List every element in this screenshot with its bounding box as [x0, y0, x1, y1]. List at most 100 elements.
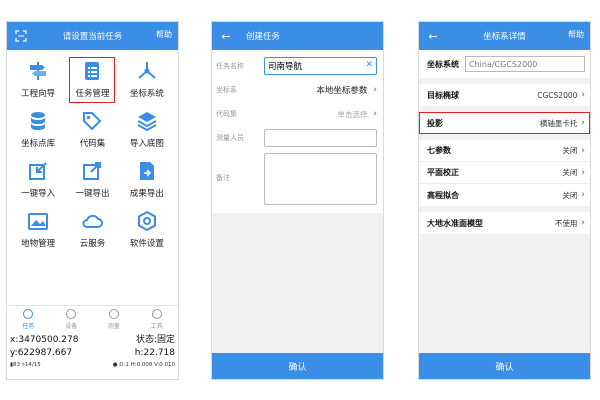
coordinate-system-row[interactable]: 坐标系 本地坐标参数 ›: [216, 78, 377, 102]
chevron-right-icon: ›: [581, 167, 585, 178]
chevron-right-icon: ›: [581, 190, 585, 200]
menu-item-label: 软件设置: [129, 239, 164, 249]
page-title: 请设置当前任务: [62, 32, 123, 42]
surveyor-row: 测量人员: [216, 126, 377, 150]
chevron-right-icon: ›: [581, 118, 585, 128]
confirm-button[interactable]: 确认: [419, 353, 590, 379]
menu-item-label: 成果导出: [129, 189, 164, 199]
tag-icon: [81, 110, 103, 132]
tab-label: 工具: [150, 323, 163, 330]
item-value: 横轴墨卡托: [539, 118, 578, 128]
menu-item-one-click-export[interactable]: 一键导出: [65, 158, 119, 202]
tab-device[interactable]: 设备: [50, 306, 93, 333]
menu-item-feature-management[interactable]: 地物管理: [11, 208, 65, 252]
list-item-plane-correction[interactable]: 平面校正 关闭 ›: [419, 162, 590, 184]
map-feature-icon: [27, 210, 49, 232]
menu-item-software-settings[interactable]: 软件设置: [120, 208, 174, 252]
menu-item-label: 一键导出: [75, 189, 110, 199]
signpost-icon: [27, 60, 49, 82]
task-form: 任务名称 司南导航 ✕ 坐标系 本地坐标参数 › 代码集 单击选择 › 测量人员…: [212, 50, 383, 213]
fix-state: 状态:固定: [135, 335, 175, 345]
settings-icon: [136, 210, 158, 232]
menu-item-task-management[interactable]: 任务管理: [69, 57, 116, 103]
top-bar: ← 创建任务: [212, 22, 383, 50]
menu-item-import-basemap[interactable]: 导入底图: [120, 108, 174, 152]
clear-icon[interactable]: ✕: [365, 60, 373, 70]
item-label: 投影: [427, 118, 443, 128]
menu-item-label: 一键导入: [21, 189, 56, 199]
tab-label: 设备: [65, 323, 78, 330]
device-tab-icon: [66, 309, 77, 319]
coord-name-row: 坐标系统 China/CGCS2000: [419, 53, 590, 75]
tab-measure[interactable]: 测量: [93, 306, 136, 333]
help-button[interactable]: 帮助: [156, 29, 172, 40]
list-item-seven-parameters[interactable]: 七参数 关闭 ›: [419, 140, 590, 162]
notes-row: 备注: [216, 150, 377, 209]
menu-item-cloud-service[interactable]: 云服务: [65, 208, 119, 252]
ellipsoid-group: 目标椭球 CGCS2000 ›: [419, 84, 590, 106]
coordinate-system-value: 本地坐标参数: [316, 86, 368, 96]
list-item-ellipsoid[interactable]: 目标椭球 CGCS2000 ›: [419, 84, 590, 106]
precision-readout: ● D:1 H:0.008 V:0.010: [112, 362, 175, 368]
help-button[interactable]: 帮助: [568, 29, 584, 40]
list-item-height-fitting[interactable]: 高程拟合 关闭 ›: [419, 184, 590, 206]
confirm-button[interactable]: 确认: [212, 353, 383, 379]
tools-tab-icon: [151, 309, 162, 319]
item-value: 关闭: [562, 190, 578, 200]
item-label: 平面校正: [427, 168, 459, 177]
projection-group: 投影 横轴墨卡托 ›: [419, 112, 590, 134]
layers-icon: [136, 110, 158, 132]
field-label: 代码集: [216, 110, 237, 118]
chevron-right-icon: ›: [581, 90, 585, 100]
coordinate-system-detail-screen: ← 坐标系详情 帮助 坐标系统 China/CGCS2000 目标椭球 CGCS…: [418, 21, 591, 380]
page-title: 创建任务: [246, 32, 281, 42]
chevron-right-icon: ›: [373, 109, 377, 119]
menu-item-label: 导入底图: [129, 139, 164, 149]
task-menu-screen: 请设置当前任务 帮助 工程向导 任务管理 坐标系统 坐标点库 代码集 导入底图 …: [6, 21, 179, 380]
scan-icon[interactable]: [13, 28, 29, 44]
menu-item-code-set[interactable]: 代码集: [65, 108, 119, 152]
geoid-group: 大地水准面模型 不使用 ›: [419, 212, 590, 234]
create-task-screen: ← 创建任务 任务名称 司南导航 ✕ 坐标系 本地坐标参数 › 代码集 单击选择…: [211, 21, 384, 380]
back-arrow-icon[interactable]: ←: [425, 28, 441, 44]
menu-item-project-wizard[interactable]: 工程向导: [11, 58, 65, 102]
tab-task[interactable]: 任务: [7, 306, 50, 333]
field-label: 任务名称: [216, 62, 244, 70]
item-value: 不使用: [554, 218, 578, 228]
menu-item-coordinate-system[interactable]: 坐标系统: [120, 58, 174, 102]
axis-icon: [136, 60, 158, 82]
back-arrow-icon[interactable]: ←: [218, 28, 234, 44]
menu-item-label: 任务管理: [75, 89, 110, 99]
gnss-status-panel: x:3470500.278 状态:固定 y:622987.667 h:22.718 …: [7, 334, 178, 379]
bottom-tab-bar: 任务 设备 测量 工具: [7, 305, 178, 333]
item-label: 目标椭球: [427, 90, 459, 100]
coord-name-label: 坐标系统: [427, 59, 459, 69]
coord-name-input[interactable]: China/CGCS2000: [465, 56, 585, 72]
surveyor-input[interactable]: [264, 129, 377, 147]
list-item-projection[interactable]: 投影 横轴墨卡托 ›: [419, 112, 590, 134]
document-export-icon: [136, 160, 158, 182]
page-title: 坐标系详情: [483, 32, 526, 42]
y-coordinate: y:622987.667: [10, 348, 73, 358]
export-icon: [81, 160, 103, 182]
field-label: 坐标系: [216, 86, 237, 94]
field-label: 测量人员: [216, 134, 244, 142]
menu-item-point-library[interactable]: 坐标点库: [11, 108, 65, 152]
top-bar: 请设置当前任务 帮助: [7, 22, 178, 50]
chevron-right-icon: ›: [373, 85, 377, 95]
menu-item-result-export[interactable]: 成果导出: [120, 158, 174, 202]
code-set-row[interactable]: 代码集 单击选择 ›: [216, 102, 377, 126]
menu-item-label: 工程向导: [21, 89, 56, 99]
menu-item-label: 云服务: [79, 239, 106, 249]
menu-item-label: 地物管理: [21, 239, 56, 249]
parameters-group: 七参数 关闭 › 平面校正 关闭 › 高程拟合 关闭 ›: [419, 140, 590, 206]
menu-item-one-click-import[interactable]: 一键导入: [11, 158, 65, 202]
notes-textarea[interactable]: [264, 153, 377, 205]
menu-item-label: 坐标系统: [129, 89, 164, 99]
list-item-geoid-model[interactable]: 大地水准面模型 不使用 ›: [419, 212, 590, 234]
task-name-value: 司南导航: [268, 62, 303, 72]
menu-item-label: 代码集: [79, 139, 106, 149]
tab-tools[interactable]: 工具: [135, 306, 178, 333]
task-name-input[interactable]: 司南导航 ✕: [264, 57, 377, 75]
measure-tab-icon: [108, 309, 119, 319]
